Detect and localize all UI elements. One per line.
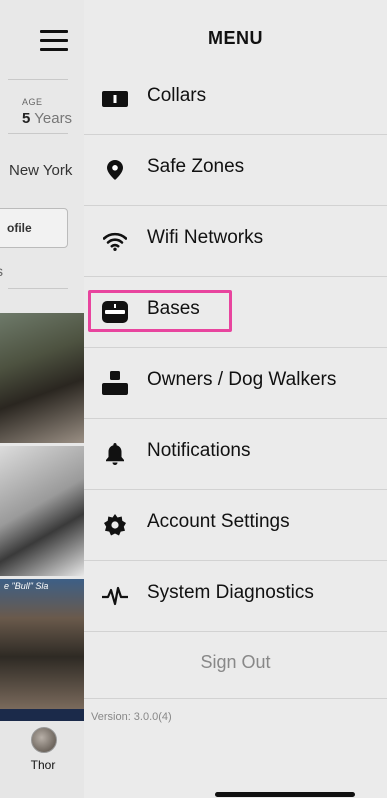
photo-strip xyxy=(0,709,84,721)
sign-out-label: Sign Out xyxy=(200,652,271,672)
age-number: 5 xyxy=(22,110,31,127)
pulse-icon xyxy=(102,585,128,607)
menu-item-label: Safe Zones xyxy=(147,156,245,177)
menu-item-notifications[interactable]: Notifications xyxy=(84,418,387,490)
divider xyxy=(8,133,68,134)
menu-item-label: Account Settings xyxy=(147,511,290,532)
menu-item-label: Owners / Dog Walkers xyxy=(147,369,337,390)
age-label: AGE xyxy=(22,97,43,107)
age-unit: Years xyxy=(34,110,73,127)
location-pin-icon xyxy=(102,159,128,181)
dog-photo[interactable]: e "Bull" Sla xyxy=(0,579,84,709)
menu-item-account-settings[interactable]: Account Settings xyxy=(84,489,387,561)
menu-item-label: Wifi Networks xyxy=(147,227,264,248)
dog-avatar[interactable] xyxy=(31,727,57,753)
app-version: Version: 3.0.0(4) xyxy=(91,711,172,723)
menu-item-owners-dog-walkers[interactable]: Owners / Dog Walkers xyxy=(84,347,387,419)
menu-item-label: Collars xyxy=(147,85,207,106)
edit-profile-button[interactable]: ofile xyxy=(0,208,68,248)
dog-photo[interactable] xyxy=(0,313,84,443)
city-value: New York xyxy=(9,162,73,179)
dog-photo[interactable] xyxy=(0,446,84,576)
divider xyxy=(8,288,68,289)
home-indicator xyxy=(215,792,355,797)
menu-item-wifi-networks[interactable]: Wifi Networks xyxy=(84,205,387,277)
menu-item-safe-zones[interactable]: Safe Zones xyxy=(84,134,387,206)
bell-icon xyxy=(102,443,128,465)
menu-item-label: System Diagnostics xyxy=(147,582,314,603)
collar-icon xyxy=(102,88,128,110)
divider xyxy=(8,79,68,80)
side-menu-drawer: MENU Collars Safe Zones Wifi Networks Ba… xyxy=(84,0,387,798)
hamburger-menu-icon[interactable] xyxy=(40,30,68,52)
menu-item-system-diagnostics[interactable]: System Diagnostics xyxy=(84,560,387,632)
profile-button-label: ofile xyxy=(7,221,32,235)
age-value: 5 Years xyxy=(22,110,72,127)
person-icon xyxy=(102,371,128,395)
bottom-tab-label: Thor xyxy=(30,758,56,772)
gear-icon xyxy=(102,514,128,536)
menu-item-collars[interactable]: Collars xyxy=(84,63,387,135)
photos-tab-label[interactable]: s xyxy=(0,263,3,279)
sign-out-button[interactable]: Sign Out xyxy=(84,628,387,699)
selected-item-highlight xyxy=(88,290,232,332)
background-dog-profile: AGE 5 Years New York ofile s e "Bull" Sl… xyxy=(0,0,84,798)
menu-item-label: Notifications xyxy=(147,440,251,461)
wifi-icon xyxy=(102,230,128,252)
photo-caption: e "Bull" Sla xyxy=(4,581,49,591)
menu-title: MENU xyxy=(208,28,263,48)
